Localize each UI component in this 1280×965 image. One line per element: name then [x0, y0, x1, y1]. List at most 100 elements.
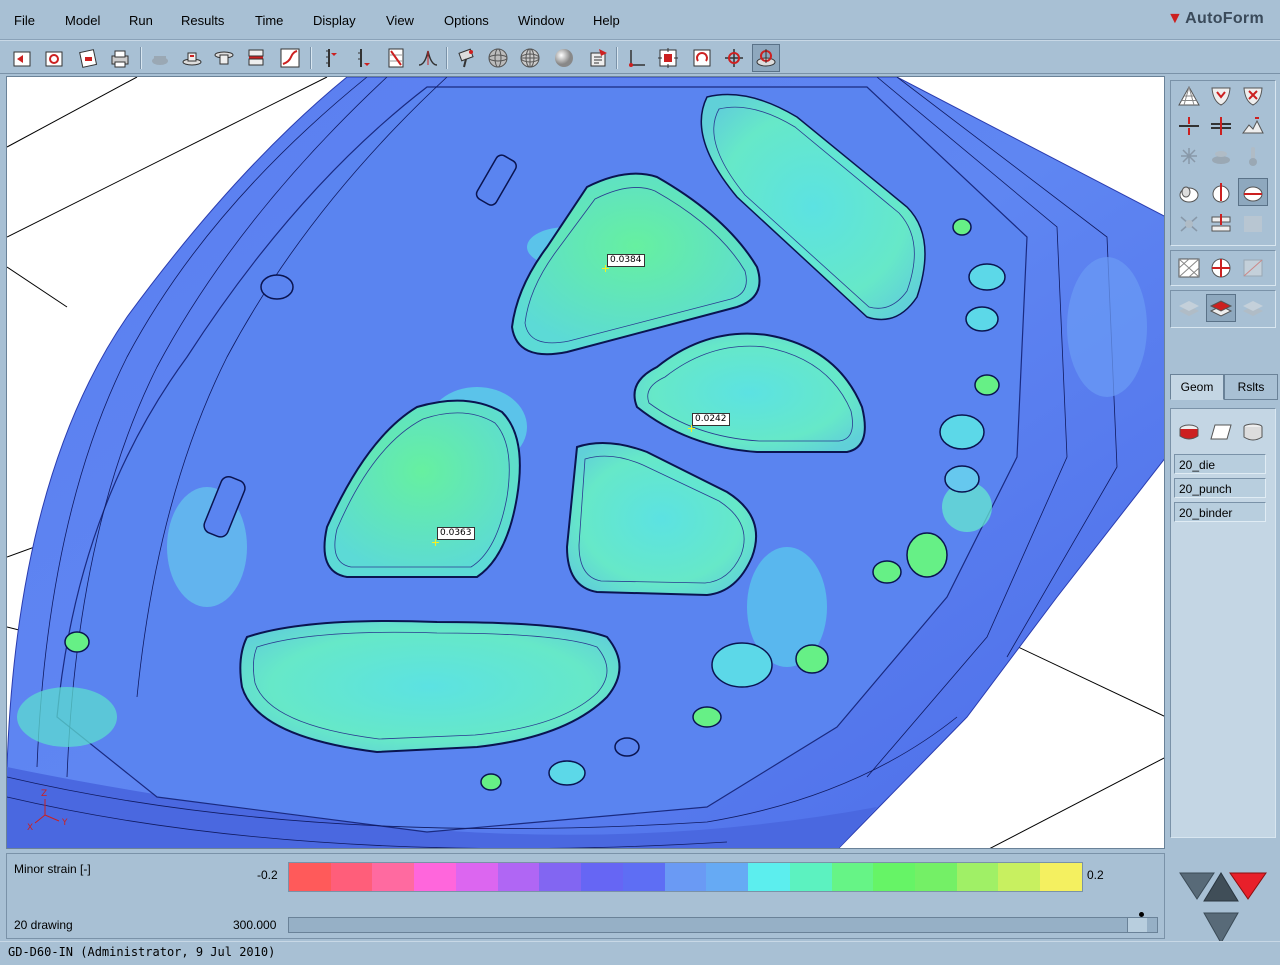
- cylinder-icon[interactable]: [1238, 418, 1268, 446]
- layers-active-icon[interactable]: [1206, 294, 1236, 322]
- tab-rslts[interactable]: Rslts: [1224, 374, 1278, 400]
- tool-item-punch[interactable]: 20_punch: [1174, 478, 1266, 498]
- rotate-view-icon[interactable]: [688, 44, 716, 72]
- burst-disabled-icon[interactable]: [1174, 142, 1204, 170]
- scatter-disabled-icon[interactable]: [1174, 210, 1204, 238]
- axes-icon[interactable]: [622, 44, 650, 72]
- color-scale-cell: [706, 863, 749, 891]
- result-variable-label[interactable]: Minor strain [-]: [14, 862, 91, 876]
- menu-options[interactable]: Options: [444, 13, 489, 28]
- open-file-icon[interactable]: [8, 44, 36, 72]
- die-icon[interactable]: [210, 44, 238, 72]
- menu-display[interactable]: Display: [313, 13, 356, 28]
- clipboard-icon[interactable]: [584, 44, 612, 72]
- grid-ruler-icon[interactable]: [382, 44, 410, 72]
- tool-item-binder[interactable]: 20_binder: [1174, 502, 1266, 522]
- faded-grid-icon[interactable]: [1238, 210, 1268, 238]
- stack-disabled-icon[interactable]: [1206, 142, 1236, 170]
- nav-down-arrow-icon[interactable]: [1203, 912, 1239, 945]
- sphere-axis-icon[interactable]: [1206, 178, 1236, 206]
- menu-time[interactable]: Time: [255, 13, 283, 28]
- menu-window[interactable]: Window: [518, 13, 564, 28]
- blank-sheet-icon[interactable]: [1206, 418, 1236, 446]
- join-icon[interactable]: [1206, 112, 1236, 140]
- tab-geom[interactable]: Geom: [1170, 374, 1224, 400]
- blank-holder-icon[interactable]: [242, 44, 270, 72]
- color-scale-cell: [1040, 863, 1082, 891]
- time-value-label: 300.000: [233, 918, 277, 932]
- color-scale-cell: [748, 863, 790, 891]
- logo-text: AutoForm: [1185, 10, 1264, 27]
- gaussian-icon[interactable]: [414, 44, 442, 72]
- menu-file[interactable]: File: [14, 13, 35, 28]
- mesh-icon[interactable]: [1174, 82, 1204, 110]
- fit-view-icon[interactable]: [654, 44, 682, 72]
- strain-value-label[interactable]: 0.0242: [692, 413, 730, 426]
- thermometer-disabled-icon[interactable]: [1238, 142, 1268, 170]
- menu-model[interactable]: Model: [65, 13, 100, 28]
- curve-icon[interactable]: [276, 44, 304, 72]
- print-icon[interactable]: [106, 44, 134, 72]
- menu-help[interactable]: Help: [593, 13, 620, 28]
- mesh-sphere-icon[interactable]: [516, 44, 544, 72]
- terrain-icon[interactable]: [1238, 112, 1268, 140]
- faded-mesh-icon[interactable]: [1238, 254, 1268, 282]
- triangle-mesh-icon[interactable]: [1174, 254, 1204, 282]
- color-scale-cell: [289, 863, 331, 891]
- slider-position-marker: [1139, 912, 1144, 917]
- color-scale-cell: [998, 863, 1041, 891]
- menu-view[interactable]: View: [386, 13, 414, 28]
- color-scale-cell: [330, 863, 373, 891]
- sphere-shaded-icon[interactable]: [1174, 178, 1204, 206]
- axis-y-label: Y: [62, 818, 68, 828]
- nav-next-arrow-icon[interactable]: [1229, 872, 1267, 900]
- color-scale-cell: [873, 863, 916, 891]
- strain-value-label[interactable]: 0.0363: [437, 527, 475, 540]
- sphere-cut-icon[interactable]: [1206, 254, 1236, 282]
- scale-min-label: -0.2: [257, 868, 278, 882]
- time-slider-thumb[interactable]: [1127, 918, 1147, 932]
- pan-view-icon[interactable]: [720, 44, 748, 72]
- zoom-view-icon[interactable]: [752, 44, 780, 72]
- print-preview-icon[interactable]: [74, 44, 102, 72]
- menu-bar: File Model Run Results Time Display View…: [0, 0, 1280, 40]
- color-scale-cell: [414, 863, 456, 891]
- toolbar-separator: [616, 47, 618, 69]
- tool-disabled-icon[interactable]: [146, 44, 174, 72]
- operation-label: 20 drawing: [14, 918, 73, 932]
- toolbar-separator: [446, 47, 448, 69]
- toolbar-separator: [140, 47, 142, 69]
- section-ruler-icon[interactable]: [318, 44, 346, 72]
- probe-marker: [688, 425, 695, 432]
- color-scale-cell: [789, 863, 832, 891]
- color-scale-cell: [831, 863, 874, 891]
- strain-value-label[interactable]: 0.0384: [607, 254, 645, 267]
- paint-icon[interactable]: [452, 44, 480, 72]
- axis-x-label: X: [27, 823, 34, 833]
- tool-item-die[interactable]: 20_die: [1174, 454, 1266, 474]
- stamp-icon[interactable]: [1206, 210, 1236, 238]
- save-file-icon[interactable]: [40, 44, 68, 72]
- menu-run[interactable]: Run: [129, 13, 153, 28]
- layers-faded-icon[interactable]: [1238, 294, 1268, 322]
- probe-marker: [432, 539, 439, 546]
- menu-results[interactable]: Results: [181, 13, 224, 28]
- height-ruler-icon[interactable]: [350, 44, 378, 72]
- color-scale-cell: [497, 863, 540, 891]
- toolbar-separator: [310, 47, 312, 69]
- punch-icon[interactable]: [178, 44, 206, 72]
- 3d-viewport[interactable]: 0.0384 0.0242 0.0363 Z X Y: [6, 76, 1165, 849]
- sphere-section-icon[interactable]: [1238, 178, 1268, 206]
- die-tool-icon[interactable]: [1174, 418, 1204, 446]
- shield-mesh-icon[interactable]: [1206, 82, 1236, 110]
- status-bar: GD-D60-IN (Administrator, 9 Jul 2010): [0, 941, 1280, 965]
- result-scale-panel: Minor strain [-] -0.2 0.2 20 drawing 300…: [6, 853, 1165, 939]
- time-slider[interactable]: [288, 917, 1158, 933]
- color-scale-bar[interactable]: [288, 862, 1083, 892]
- autoform-logo: ▼ AutoForm: [1167, 10, 1264, 28]
- split-icon[interactable]: [1174, 112, 1204, 140]
- shield-cross-icon[interactable]: [1238, 82, 1268, 110]
- shaded-sphere-icon[interactable]: [550, 44, 578, 72]
- layers-disabled-icon[interactable]: [1174, 294, 1204, 322]
- wire-sphere-icon[interactable]: [484, 44, 512, 72]
